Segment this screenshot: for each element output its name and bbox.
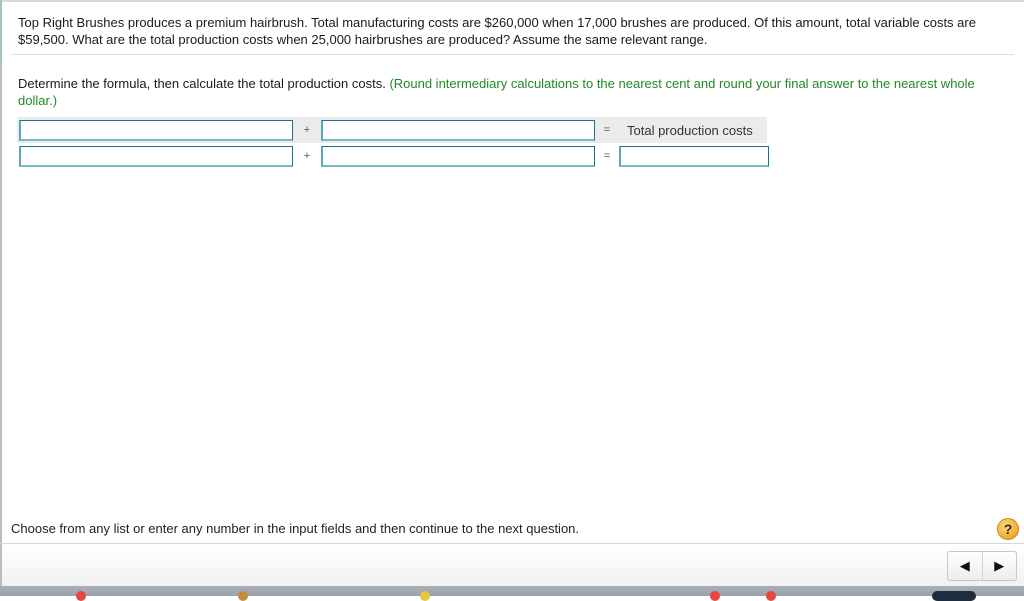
help-button[interactable]: ? [997, 518, 1019, 540]
status-text: Choose from any list or enter any number… [11, 521, 580, 536]
os-dock-strip [0, 586, 1024, 601]
instructions: Determine the formula, then calculate th… [18, 75, 1012, 109]
formula-header-input-1[interactable] [19, 119, 293, 141]
dock-app-icon[interactable] [710, 591, 720, 601]
footer-bar [2, 544, 1024, 586]
total-production-costs-input[interactable] [619, 145, 769, 167]
question-page: Top Right Brushes produces a premium hai… [0, 0, 1024, 601]
formula-header-row: + = Total production costs [17, 117, 767, 143]
question-mark-icon: ? [1003, 521, 1013, 537]
equals-operator: = [603, 150, 611, 162]
divider [11, 54, 1014, 55]
formula-answer-input-1[interactable] [19, 145, 293, 167]
plus-operator: + [303, 124, 311, 136]
question-text: Top Right Brushes produces a premium hai… [18, 15, 976, 47]
previous-question-button[interactable]: ◀ [948, 552, 982, 580]
dock-app-icon[interactable] [766, 591, 776, 601]
plus-operator: + [303, 150, 311, 162]
instructions-text: Determine the formula, then calculate th… [18, 76, 386, 91]
dock-app-icon[interactable] [420, 591, 430, 601]
formula-answer-input-2[interactable] [321, 145, 595, 167]
dock-app-icon[interactable] [238, 591, 248, 601]
formula-header-input-2[interactable] [321, 119, 595, 141]
dock-app-icon[interactable] [932, 591, 976, 601]
triangle-left-icon: ◀ [959, 558, 970, 573]
question-navigation: ◀ ▶ [947, 551, 1017, 581]
equals-operator: = [603, 124, 611, 136]
total-production-costs-label: Total production costs [627, 122, 753, 138]
formula-answer-row: + = [17, 143, 769, 169]
left-edge [0, 0, 2, 590]
triangle-right-icon: ▶ [994, 558, 1005, 573]
dock-app-icon[interactable] [76, 591, 86, 601]
next-question-button[interactable]: ▶ [981, 552, 1017, 580]
top-border [0, 0, 1024, 2]
